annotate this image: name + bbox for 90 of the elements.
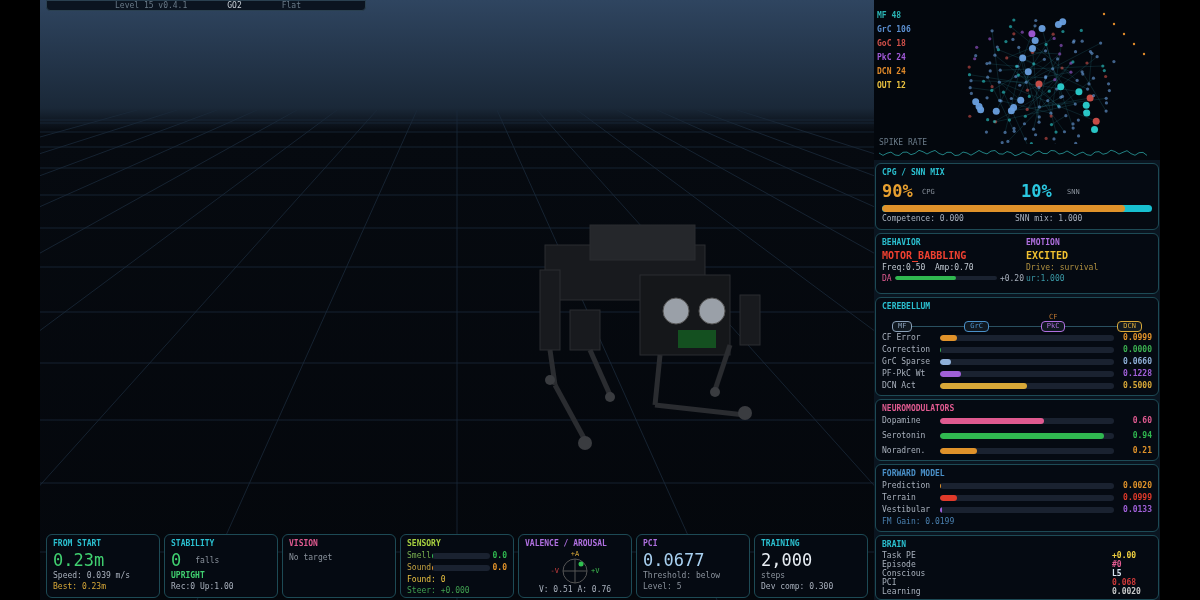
panel-text: Threshold: below — [643, 570, 722, 581]
competence-text: Competence: 0.000 — [882, 212, 965, 225]
panel-title: CPG / SNN MIX — [882, 167, 946, 179]
sensor-label: Sound — [407, 562, 431, 574]
panel-text: steps — [761, 570, 787, 581]
snn-mix-text: SNN mix: 1.000 — [1015, 212, 1083, 225]
panel-title: CEREBELLUM — [882, 301, 932, 313]
meter-label: Serotonin — [882, 430, 927, 442]
meter-label: Dopamine — [882, 415, 922, 427]
brain-value: 0.0020 — [1112, 587, 1141, 596]
pci-value: 0.0677 — [643, 550, 706, 570]
falls-value: 0 — [171, 550, 182, 570]
sensor-label: Smell — [407, 550, 431, 562]
meter-value: 0.60 — [1131, 415, 1152, 427]
brain-value: +0.00 — [1112, 551, 1137, 560]
brain-label: Episode — [882, 560, 916, 569]
meter-value: 0.5000 — [1122, 380, 1152, 392]
falls-unit: falls — [195, 555, 220, 567]
brain-value: L5 — [1112, 569, 1122, 578]
meter-value: 0.0000 — [1122, 344, 1152, 356]
meter-label: Terrain — [882, 492, 917, 504]
meter-value: 0.1228 — [1122, 368, 1152, 380]
panel-title: TRAINING — [761, 538, 801, 550]
legend-label: DCN 24 — [877, 66, 907, 77]
panel-text: V: 0.51 A: 0.76 — [538, 584, 612, 595]
steps-value: 2,000 — [761, 550, 814, 570]
meter-value: 0.0999 — [1122, 492, 1152, 504]
brain-value: #0 — [1112, 560, 1122, 569]
brain-label: Learning — [882, 587, 922, 596]
panel-title: STABILITY — [171, 538, 216, 550]
terrain-text: Flat — [281, 1, 301, 10]
meter-label: CF Error — [882, 332, 922, 344]
drive-text: Drive: survival — [1026, 261, 1099, 273]
distance-value: 0.23m — [53, 550, 106, 570]
panel-title: VISION — [289, 538, 319, 550]
gait-text: GO2 — [227, 1, 242, 10]
panel-title: EMOTION — [1026, 236, 1061, 249]
spike-rate-label: SPIKE RATE — [879, 138, 928, 148]
panel-title: SENSORY — [407, 538, 442, 550]
valence-arousal-plot-icon — [561, 558, 589, 584]
panel-title: VALENCE / AROUSAL — [525, 538, 608, 550]
panel-title: PCI — [643, 538, 659, 550]
emotion-state: EXCITED — [1026, 248, 1070, 262]
meter-value: 0.94 — [1131, 430, 1152, 442]
da-value: +0.20 — [999, 272, 1024, 284]
panel-text: Best: 0.23m — [53, 581, 107, 592]
meter-label: DCN Act — [882, 380, 917, 392]
meter-label: Vestibular — [882, 504, 932, 516]
brain-value: 0.068 — [1112, 578, 1137, 587]
panel-text: Dev comp: 0.300 — [761, 581, 835, 592]
status-text: UPRIGHT — [171, 570, 206, 581]
meter-label: Noradren. — [882, 445, 927, 457]
panel-title: BRAIN — [882, 539, 908, 551]
legend-label: MF 48 — [877, 10, 903, 21]
sensor-value: 0.0 — [491, 550, 507, 562]
meter-value: 0.21 — [1131, 445, 1152, 457]
panel-title: FROM START — [53, 538, 103, 550]
legend-label: PkC 24 — [877, 52, 907, 63]
da-label: DA — [882, 272, 892, 284]
behavior-params: Freq:0.50 Amp:0.70 — [882, 262, 975, 273]
panel-text: Rec:0 Up:1.00 — [171, 581, 235, 592]
behavior-state: MOTOR_BABBLING — [882, 248, 968, 262]
panel-title: FORWARD MODEL — [882, 468, 946, 480]
legend-label: GrC 106 — [877, 24, 911, 35]
legend-label: OUT 12 — [877, 80, 907, 91]
meter-value: 0.0660 — [1122, 356, 1152, 368]
level-text: Level 15 v0.4.1 — [115, 1, 188, 10]
legend-label: GoC 18 — [877, 38, 907, 49]
panel-text: Speed: 0.039 m/s — [53, 570, 132, 581]
meter-label: GrC Sparse — [882, 356, 932, 368]
meter-value: 0.0020 — [1122, 480, 1152, 492]
panel-text: Found: 0 — [407, 574, 447, 585]
panel-text: Steer: +0.000 — [407, 585, 471, 596]
panel-text: Level: 5 — [643, 581, 683, 592]
emotion-extra-text: ur:1.000 — [1026, 272, 1066, 284]
meter-label: Correction — [882, 344, 932, 356]
meter-label: PF-PkC Wt — [882, 368, 927, 380]
cpg-percent: 90% — [882, 180, 914, 203]
sensor-value: 0.0 — [491, 562, 507, 574]
snn-percent: 10% — [1021, 180, 1053, 203]
meter-value: 0.0133 — [1122, 504, 1152, 516]
panel-text: No target — [289, 552, 334, 563]
fm-gain-text: FM Gain: 0.0199 — [882, 516, 956, 528]
panel-title: NEUROMODULATORS — [882, 403, 956, 415]
meter-label: Prediction — [882, 480, 932, 492]
brain-label: PCI — [882, 578, 898, 587]
panel-title: BEHAVIOR — [882, 236, 922, 249]
meter-value: 0.0999 — [1122, 332, 1152, 344]
brain-label: Conscious — [882, 569, 927, 578]
brain-label: Task PE — [882, 551, 917, 560]
